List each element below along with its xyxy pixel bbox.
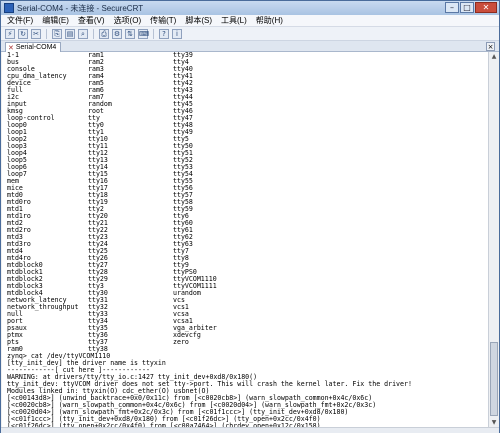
listing-row: ptmx tty36 xdevcfg	[7, 332, 488, 339]
listing-row: mtd1ro tty20 tty6	[7, 213, 488, 220]
scroll-down-icon[interactable]: ▼	[489, 418, 499, 427]
menu-view[interactable]: 查看(V)	[78, 15, 105, 26]
listing-row: full ram6 tty43	[7, 87, 488, 94]
toolbar-separator	[46, 28, 47, 39]
listing-row: i2c ram7 tty44	[7, 94, 488, 101]
device-name: zero	[173, 338, 189, 346]
sftp-icon[interactable]: ⇅	[125, 28, 135, 39]
reconnect-icon[interactable]: ↻	[18, 28, 28, 39]
listing-row: mtd2ro tty22 tty61	[7, 227, 488, 234]
status-bar	[1, 427, 499, 433]
securecrt-window: Serial-COM4 - 未连接 - SecureCRT – □ ✕ 文件(F…	[0, 0, 500, 433]
tab-serial-com4[interactable]: ✕ Serial-COM4	[5, 42, 62, 52]
close-button[interactable]: ✕	[475, 2, 497, 13]
listing-row: mtd3 tty23 tty62	[7, 234, 488, 241]
listing-row: loop-control tty tty47	[7, 115, 488, 122]
listing-row: mtd4 tty25 tty7	[7, 248, 488, 255]
vertical-scrollbar[interactable]: ▲ ▼	[488, 52, 498, 427]
listing-row: mtd4ro tty26 tty8	[7, 255, 488, 262]
dev-listing: 1-1 ram1 tty39 bus ram2 tty4 console ram3 tty40 c…	[7, 52, 488, 353]
keymap-icon[interactable]: ⌨	[138, 28, 149, 39]
listing-row: pts tty37 zero	[7, 339, 488, 346]
menu-file[interactable]: 文件(F)	[7, 15, 33, 26]
maximize-button[interactable]: □	[460, 2, 474, 13]
listing-row: mice tty17 tty56	[7, 185, 488, 192]
listing-row: kmsg root tty46	[7, 108, 488, 115]
paste-icon[interactable]: ▤	[65, 28, 75, 39]
toolbar-separator	[153, 28, 154, 39]
device-name: 1-1	[7, 52, 19, 59]
settings-icon[interactable]: ⚙	[112, 28, 122, 39]
copy-icon[interactable]: ⎘	[52, 28, 62, 39]
listing-row: bus ram2 tty4	[7, 59, 488, 66]
info-icon[interactable]: i	[172, 28, 182, 39]
device-name: root	[88, 107, 104, 115]
listing-row: mtdblock1 tty28 ttyPS0	[7, 269, 488, 276]
listing-row: 1-1 ram1 tty39	[7, 52, 488, 59]
session-tab-bar: ✕ Serial-COM4 ×	[1, 41, 499, 52]
listing-row: mtd3ro tty24 tty63	[7, 241, 488, 248]
listing-row: port tty34 vcsa1	[7, 318, 488, 325]
window-title: Serial-COM4 - 未连接 - SecureCRT	[17, 3, 144, 13]
toolbar-separator	[93, 28, 94, 39]
title-bar[interactable]: Serial-COM4 - 未连接 - SecureCRT – □ ✕	[1, 1, 499, 15]
listing-row: null tty33 vcsa	[7, 311, 488, 318]
menu-tools[interactable]: 工具(L)	[221, 15, 247, 26]
kernel-log: zynq> cat /dev/ttyVCOM1110 [tty_init_dev]…	[7, 353, 488, 428]
menu-help[interactable]: 帮助(H)	[256, 15, 283, 26]
connect-icon[interactable]: ⚡	[5, 28, 15, 39]
menu-transfer[interactable]: 传输(T)	[150, 15, 176, 26]
listing-row: loop1 tty1 tty49	[7, 129, 488, 136]
listing-row: mtdblock4 tty30 urandom	[7, 290, 488, 297]
help-icon[interactable]: ?	[159, 28, 169, 39]
menu-edit[interactable]: 编辑(E)	[42, 15, 69, 26]
listing-row: mtd0 tty18 tty57	[7, 192, 488, 199]
listing-row: network_latency tty31 vcs	[7, 297, 488, 304]
device-name: full	[7, 86, 23, 94]
scroll-up-icon[interactable]: ▲	[489, 52, 499, 61]
tab-close-icon[interactable]: ✕	[8, 44, 14, 52]
listing-row: mtd0ro tty19 tty58	[7, 199, 488, 206]
window-controls: – □ ✕	[445, 2, 497, 13]
print-icon[interactable]: ⎙	[99, 28, 109, 39]
listing-row: console ram3 tty40	[7, 66, 488, 73]
listing-row: loop5 tty13 tty52	[7, 157, 488, 164]
tab-menu-icon[interactable]: ×	[486, 42, 495, 51]
terminal-output[interactable]: 1-1 ram1 tty39 bus ram2 tty4 console ram3 tty40 c…	[2, 52, 488, 427]
scrollbar-thumb[interactable]	[490, 342, 498, 416]
toolbar: ⚡ ↻ ✂ ⎘ ▤ ⌕ ⎙ ⚙ ⇅ ⌨ ? i	[1, 27, 499, 41]
listing-row: mtd2 tty21 tty60	[7, 220, 488, 227]
listing-row: mem tty16 tty55	[7, 178, 488, 185]
listing-row: loop2 tty10 tty5	[7, 136, 488, 143]
listing-row: loop6 tty14 tty53	[7, 164, 488, 171]
menu-script[interactable]: 脚本(S)	[185, 15, 212, 26]
listing-row: loop3 tty11 tty50	[7, 143, 488, 150]
find-icon[interactable]: ⌕	[78, 28, 88, 39]
listing-row: loop7 tty15 tty54	[7, 171, 488, 178]
disconnect-icon[interactable]: ✂	[31, 28, 41, 39]
listing-row: input random tty45	[7, 101, 488, 108]
listing-row: mtdblock3 tty3 ttyVCOM1111	[7, 283, 488, 290]
menu-options[interactable]: 选项(O)	[114, 15, 142, 26]
listing-row: device ram5 tty42	[7, 80, 488, 87]
listing-row: network_throughput tty32 vcs1	[7, 304, 488, 311]
app-icon	[4, 3, 14, 13]
listing-row: loop4 tty12 tty51	[7, 150, 488, 157]
device-name: loop7	[7, 170, 27, 178]
listing-row: mtdblock0 tty27 tty9	[7, 262, 488, 269]
device-name: ptmx	[7, 331, 23, 339]
minimize-button[interactable]: –	[445, 2, 459, 13]
tab-label: Serial-COM4	[15, 44, 57, 51]
listing-row: mtdblock2 tty29 ttyVCOM1110	[7, 276, 488, 283]
listing-row: psaux tty35 vga_arbiter	[7, 325, 488, 332]
listing-row: mtd1 tty2 tty59	[7, 206, 488, 213]
listing-row: cpu_dma_latency ram4 tty41	[7, 73, 488, 80]
menu-bar: 文件(F) 编辑(E) 查看(V) 选项(O) 传输(T) 脚本(S) 工具(L…	[1, 15, 499, 27]
listing-row: loop0 tty0 tty48	[7, 122, 488, 129]
